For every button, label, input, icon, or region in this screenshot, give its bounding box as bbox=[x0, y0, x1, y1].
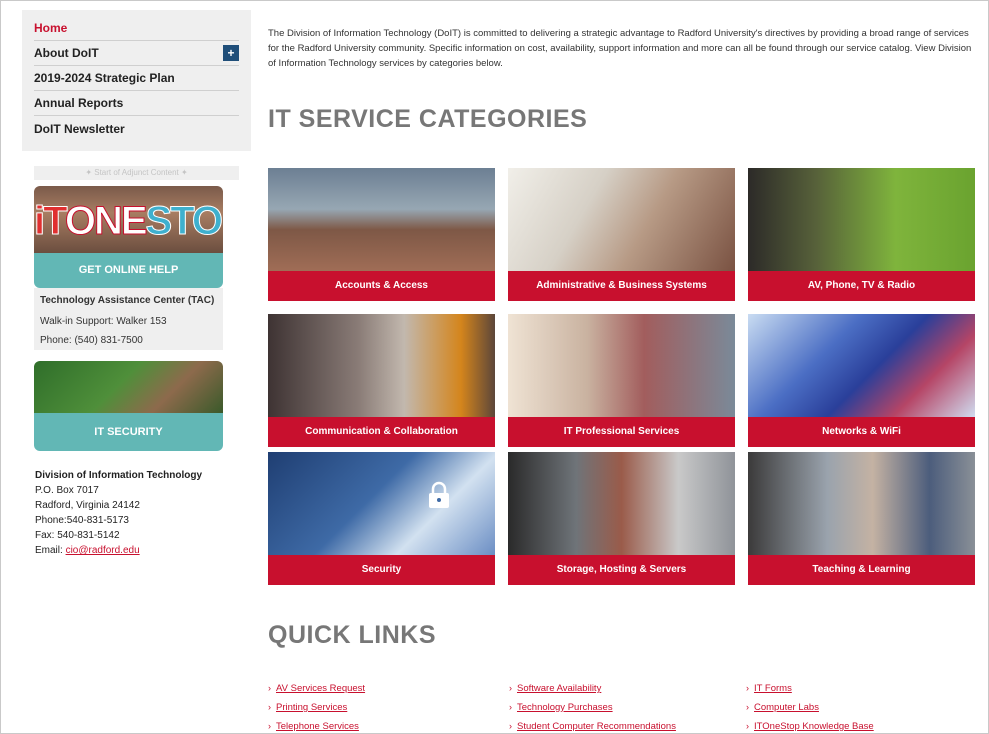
quick-links-column: › IT Forms › Computer Labs › ITOneStop Know… bbox=[746, 681, 874, 734]
main-content: The Division of Information Technology (… bbox=[268, 26, 978, 732]
nav-item-label: Annual Reports bbox=[34, 96, 124, 110]
tile-label: Administrative & Business Systems bbox=[508, 271, 735, 301]
it-security-promo[interactable]: IT SECURITY bbox=[34, 361, 223, 451]
contact-phone: Phone:540-831-5173 bbox=[35, 515, 129, 526]
tile-label: AV, Phone, TV & Radio bbox=[748, 271, 975, 301]
quick-link[interactable]: Printing Services bbox=[276, 702, 347, 713]
quick-link[interactable]: Student Computer Recommendations bbox=[517, 721, 676, 732]
contact-fax: Fax: 540-831-5142 bbox=[35, 530, 120, 541]
tile-image bbox=[268, 314, 495, 417]
quick-link[interactable]: Computer Labs bbox=[754, 702, 819, 713]
tile-image bbox=[268, 452, 495, 555]
intro-paragraph: The Division of Information Technology (… bbox=[268, 28, 972, 69]
tile-image bbox=[268, 168, 495, 271]
get-online-help-button[interactable]: GET ONLINE HELP bbox=[34, 253, 223, 288]
quick-links-column: › Software Availability › Technology Purch… bbox=[509, 681, 676, 734]
chevron-right-icon: › bbox=[746, 721, 749, 731]
nav-item-newsletter[interactable]: DoIT Newsletter bbox=[34, 116, 239, 141]
lock-icon bbox=[429, 481, 449, 508]
quick-link[interactable]: AV Services Request bbox=[276, 683, 365, 694]
tile-av-phone-tv-radio[interactable]: AV, Phone, TV & Radio bbox=[748, 168, 975, 301]
itonestop-logo: iTONESTOP bbox=[34, 199, 223, 244]
quick-link-item[interactable]: › IT Forms bbox=[746, 681, 874, 700]
tile-security[interactable]: Security bbox=[268, 452, 495, 585]
quick-link-item[interactable]: › AV Services Request bbox=[268, 681, 365, 700]
quick-links-heading: QUICK LINKS bbox=[268, 621, 436, 649]
quick-link-item[interactable]: › Software Availability bbox=[509, 681, 676, 700]
tile-label: Networks & WiFi bbox=[748, 417, 975, 447]
nav-item-label: 2019-2024 Strategic Plan bbox=[34, 71, 175, 85]
tac-title: Technology Assistance Center (TAC) bbox=[40, 295, 215, 306]
chevron-right-icon: › bbox=[268, 683, 271, 693]
quick-link-item[interactable]: › ITOneStop Knowledge Base bbox=[746, 719, 874, 734]
chevron-right-icon: › bbox=[746, 702, 749, 712]
tile-label: Security bbox=[268, 555, 495, 585]
service-categories-heading: IT SERVICE CATEGORIES bbox=[268, 105, 588, 133]
tile-storage-hosting-servers[interactable]: Storage, Hosting & Servers bbox=[508, 452, 735, 585]
expand-plus-icon[interactable]: + bbox=[223, 45, 239, 61]
tile-label: IT Professional Services bbox=[508, 417, 735, 447]
tile-networks-wifi[interactable]: Networks & WiFi bbox=[748, 314, 975, 447]
nav-item-label: About DoIT bbox=[34, 46, 99, 60]
quick-links-column: › AV Services Request › Printing Services … bbox=[268, 681, 365, 734]
tac-walkin: Walk-in Support: Walker 153 bbox=[40, 316, 167, 327]
contact-email-row: Email: cio@radford.edu bbox=[35, 545, 140, 556]
quick-link[interactable]: IT Forms bbox=[754, 683, 792, 694]
tile-image bbox=[748, 168, 975, 271]
quick-link-item[interactable]: › Printing Services bbox=[268, 700, 365, 719]
chevron-right-icon: › bbox=[509, 721, 512, 731]
nav-item-strategic-plan[interactable]: 2019-2024 Strategic Plan bbox=[34, 66, 239, 91]
sidebar-nav: Home About DoIT + 2019-2024 Strategic Pl… bbox=[22, 10, 251, 151]
tile-accounts-access[interactable]: Accounts & Access bbox=[268, 168, 495, 301]
tile-label: Accounts & Access bbox=[268, 271, 495, 301]
it-security-button[interactable]: IT SECURITY bbox=[34, 413, 223, 451]
contact-email-link[interactable]: cio@radford.edu bbox=[66, 545, 140, 556]
tile-it-professional-services[interactable]: IT Professional Services bbox=[508, 314, 735, 447]
quick-link[interactable]: Software Availability bbox=[517, 683, 601, 694]
quick-link[interactable]: Technology Purchases bbox=[517, 702, 613, 713]
contact-po-box: P.O. Box 7017 bbox=[35, 485, 99, 496]
itonestop-promo[interactable]: iTONESTOP GET ONLINE HELP bbox=[34, 186, 223, 288]
tile-image bbox=[508, 452, 735, 555]
quick-link-item[interactable]: › Computer Labs bbox=[746, 700, 874, 719]
nav-item-label: Home bbox=[34, 21, 68, 35]
quick-link[interactable]: ITOneStop Knowledge Base bbox=[754, 721, 874, 732]
quick-link[interactable]: Telephone Services bbox=[276, 721, 359, 732]
contact-title: Division of Information Technology bbox=[35, 470, 203, 481]
tile-administrative-business[interactable]: Administrative & Business Systems bbox=[508, 168, 735, 301]
chevron-right-icon: › bbox=[268, 702, 271, 712]
nav-item-home[interactable]: Home bbox=[34, 16, 239, 41]
tile-image bbox=[508, 168, 735, 271]
tile-image bbox=[748, 314, 975, 417]
quick-link-item[interactable]: › Student Computer Recommendations bbox=[509, 719, 676, 734]
tile-teaching-learning[interactable]: Teaching & Learning bbox=[748, 452, 975, 585]
itonestop-banner-image: iTONESTOP bbox=[34, 186, 223, 253]
nav-item-label: DoIT Newsletter bbox=[34, 121, 125, 136]
quick-link-item[interactable]: › Technology Purchases bbox=[509, 700, 676, 719]
quick-link-item[interactable]: › Telephone Services bbox=[268, 719, 365, 734]
tile-image bbox=[508, 314, 735, 417]
tile-label: Storage, Hosting & Servers bbox=[508, 555, 735, 585]
contact-city: Radford, Virginia 24142 bbox=[35, 500, 140, 511]
adjunct-content-marker: ✦ Start of Adjunct Content ✦ bbox=[34, 166, 239, 180]
sidebar: Home About DoIT + 2019-2024 Strategic Pl… bbox=[22, 10, 251, 558]
chevron-right-icon: › bbox=[268, 721, 271, 731]
it-security-image bbox=[34, 361, 223, 413]
tile-label: Communication & Collaboration bbox=[268, 417, 495, 447]
chevron-right-icon: › bbox=[746, 683, 749, 693]
nav-item-about-doit[interactable]: About DoIT + bbox=[34, 41, 239, 66]
chevron-right-icon: › bbox=[509, 683, 512, 693]
tile-label: Teaching & Learning bbox=[748, 555, 975, 585]
contact-info: Division of Information Technology P.O. … bbox=[35, 468, 251, 558]
tile-communication-collaboration[interactable]: Communication & Collaboration bbox=[268, 314, 495, 447]
tile-image bbox=[748, 452, 975, 555]
tac-phone: Phone: (540) 831-7500 bbox=[40, 335, 143, 346]
tac-info: Technology Assistance Center (TAC) Walk-… bbox=[34, 288, 223, 350]
chevron-right-icon: › bbox=[509, 702, 512, 712]
nav-item-annual-reports[interactable]: Annual Reports bbox=[34, 91, 239, 116]
